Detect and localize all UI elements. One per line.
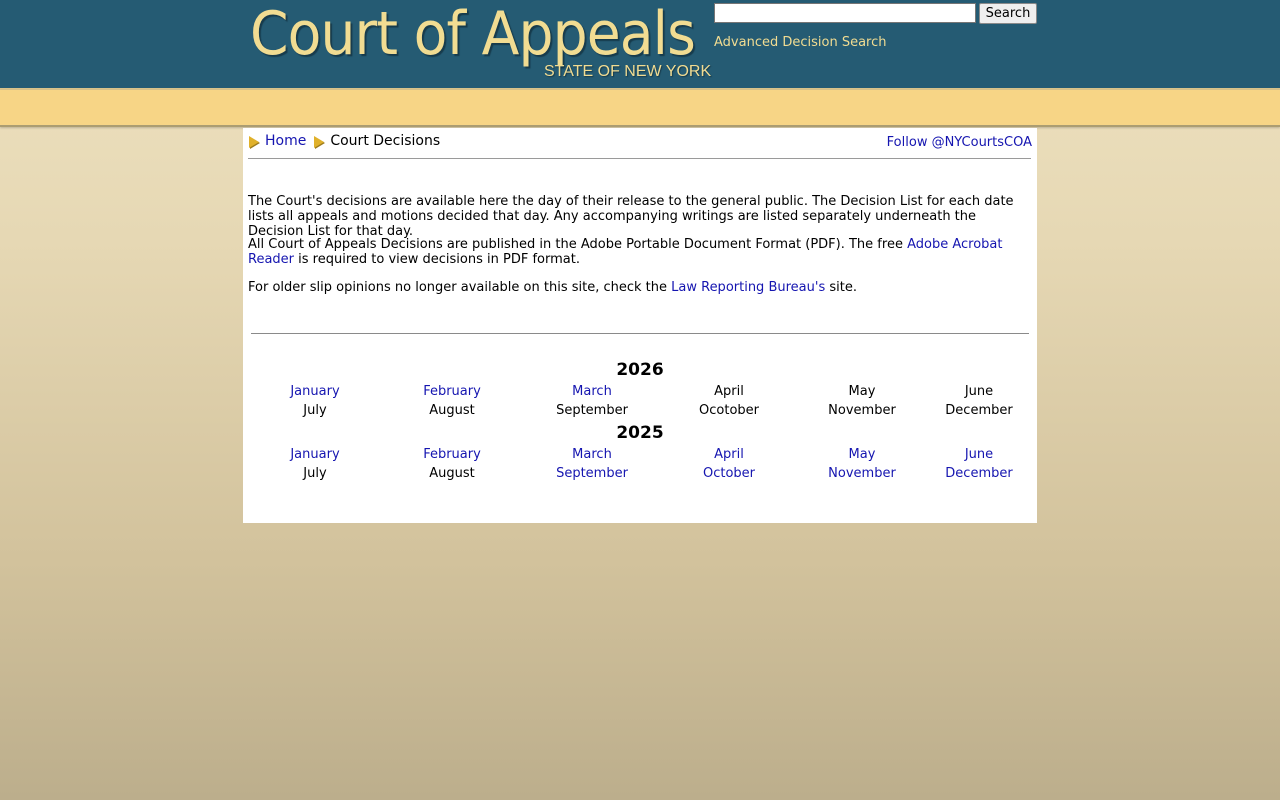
arrow-right-icon (249, 136, 259, 148)
month-label: April (714, 384, 744, 399)
month-label: September (556, 403, 628, 418)
main-content: Home Court Decisions Follow @NYCourtsCOA … (243, 128, 1037, 523)
month-label: August (429, 403, 475, 418)
breadcrumb-home-link[interactable]: Home (265, 133, 306, 149)
intro-p3-text-end: site. (825, 280, 857, 295)
month-link[interactable]: April (714, 447, 744, 462)
month-label: December (945, 403, 1013, 418)
law-reporting-bureau-link[interactable]: Law Reporting Bureau's (671, 280, 825, 295)
arrow-right-icon (314, 136, 325, 148)
site-header: Court of Appeals STATE OF NEW YORK Searc… (0, 0, 1280, 90)
month-label: July (303, 466, 327, 481)
year-heading: 2026 (616, 360, 664, 380)
month-link[interactable]: January (290, 447, 339, 462)
month-link[interactable]: October (703, 466, 755, 481)
follow-twitter-link[interactable]: Follow @NYCourtsCOA (887, 135, 1032, 150)
divider (251, 333, 1029, 334)
month-row: January February March April May June (243, 384, 1037, 403)
search-button[interactable]: Search (979, 3, 1037, 24)
month-row: January February March April May June (243, 447, 1037, 466)
month-link[interactable]: March (572, 447, 612, 462)
month-link[interactable]: January (290, 384, 339, 399)
site-logo-subtitle: STATE OF NEW YORK (544, 63, 712, 80)
search-input[interactable] (714, 3, 976, 23)
intro-p2-text-end: is required to view decisions in PDF for… (294, 252, 580, 267)
intro-paragraph-1: The Court's decisions are available here… (248, 194, 1014, 239)
month-row: July August September October November Decemb… (243, 466, 1037, 485)
intro-paragraph-3: For older slip opinions no longer availa… (248, 280, 1034, 295)
month-label: June (964, 384, 994, 399)
month-label: Ocotober (699, 403, 759, 418)
intro-paragraph-2: All Court of Appeals Decisions are publi… (248, 237, 1034, 267)
month-link[interactable]: March (572, 384, 612, 399)
year-heading: 2025 (616, 423, 664, 443)
month-link[interactable]: February (423, 447, 481, 462)
month-row: July August September Ocotober November Decem… (243, 403, 1037, 422)
breadcrumb: Home Court Decisions (249, 133, 440, 153)
month-label: November (828, 403, 896, 418)
month-link[interactable]: December (945, 466, 1012, 481)
breadcrumb-current: Court Decisions (330, 133, 441, 149)
month-link[interactable]: May (849, 447, 876, 462)
month-link[interactable]: February (423, 384, 481, 399)
advanced-decision-search-link[interactable]: Advanced Decision Search (714, 35, 887, 50)
month-link[interactable]: September (556, 466, 628, 481)
intro-p3-text: For older slip opinions no longer availa… (248, 280, 672, 295)
nav-band (0, 90, 1280, 127)
month-label: May (848, 384, 876, 399)
intro-p2-text: All Court of Appeals Decisions are publi… (248, 237, 908, 252)
month-link[interactable]: June (965, 447, 993, 462)
month-label: August (429, 466, 475, 481)
month-link[interactable]: November (828, 466, 896, 481)
divider (248, 158, 1031, 159)
month-label: July (303, 403, 327, 418)
